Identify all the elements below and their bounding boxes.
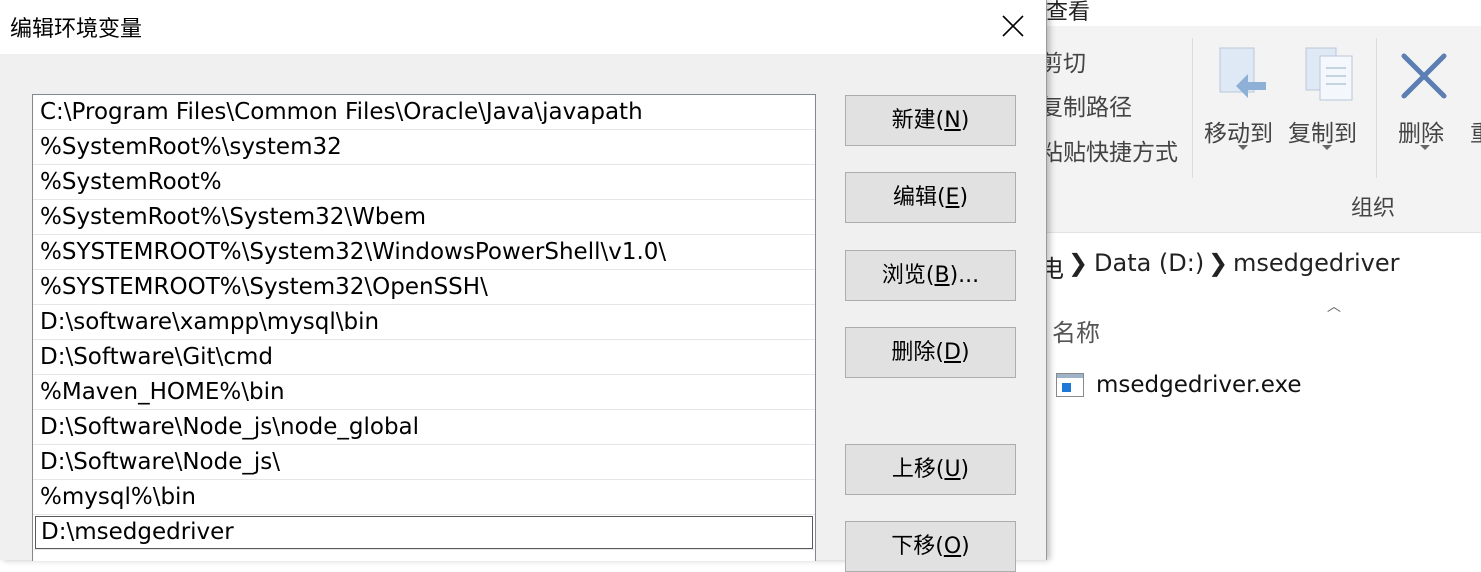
- button-label: D: [944, 340, 961, 365]
- close-icon: [1002, 15, 1024, 37]
- button-label: 浏览(: [881, 263, 935, 288]
- ribbon-copy-to-button[interactable]: 复制到: [1286, 40, 1368, 160]
- button-label: N: [944, 108, 961, 133]
- edit-button[interactable]: 编辑(E): [845, 172, 1016, 223]
- ribbon-copy-to-label: 复制到: [1288, 121, 1357, 147]
- sort-up-icon: ︿: [1327, 299, 1341, 315]
- browse-button[interactable]: 浏览(B)...: [845, 250, 1016, 301]
- path-list-item[interactable]: D:\msedgedriver: [34, 515, 814, 550]
- chevron-right-icon[interactable]: ❯: [1208, 249, 1228, 277]
- button-label: B: [934, 263, 950, 288]
- button-label: ): [961, 534, 970, 559]
- copy-to-dropdown-icon[interactable]: [1322, 145, 1332, 150]
- path-list-item[interactable]: C:\Program Files\Common Files\Oracle\Jav…: [33, 95, 815, 130]
- exe-file-icon: [1056, 373, 1084, 397]
- column-header-name[interactable]: 名称: [1052, 313, 1100, 348]
- new-button[interactable]: 新建(N): [845, 95, 1016, 146]
- delete-x-icon: [1401, 53, 1447, 99]
- path-list-item[interactable]: %mysql%\bin: [33, 480, 815, 515]
- ribbon-move-to-label: 移动到: [1204, 121, 1273, 147]
- button-label: ): [960, 457, 970, 482]
- file-name: msedgedriver.exe: [1096, 372, 1302, 398]
- button-label: 新建(: [891, 108, 945, 133]
- button-label: ): [959, 185, 969, 210]
- ribbon-group-label: 组织: [1351, 196, 1396, 221]
- move-to-dropdown-icon[interactable]: [1238, 145, 1248, 150]
- button-label: )...: [949, 263, 980, 288]
- button-label: O: [943, 534, 962, 559]
- button-label: 编辑(: [892, 185, 946, 210]
- path-list-item[interactable]: %SystemRoot%\system32: [33, 130, 815, 165]
- move-to-icon: [1219, 47, 1266, 98]
- path-list-item[interactable]: %SystemRoot%: [33, 165, 815, 200]
- button-label: ): [960, 108, 970, 133]
- edit-env-variable-dialog: 编辑环境变量 C:\Program Files\Common Files\Ora…: [0, 0, 1047, 572]
- ribbon-tab-view[interactable]: 查看: [1046, 0, 1090, 26]
- button-label: E: [945, 185, 960, 210]
- address-segment-folder[interactable]: msedgedriver: [1233, 249, 1400, 277]
- path-list-item[interactable]: %Maven_HOME%\bin: [33, 375, 815, 410]
- delete-button[interactable]: 删除(D): [845, 327, 1016, 378]
- ribbon-paste-shortcut[interactable]: 粘贴快捷方式: [1040, 133, 1178, 167]
- address-bar[interactable]: 电 ❯ Data (D:) ❯ msedgedriver: [1040, 240, 1481, 288]
- path-list-item[interactable]: D:\software\xampp\mysql\bin: [33, 305, 815, 340]
- dialog-title: 编辑环境变量: [10, 17, 143, 42]
- path-list-item[interactable]: D:\Software\Git\cmd: [33, 340, 815, 375]
- copy-to-icon: [1305, 47, 1353, 101]
- path-list-item[interactable]: D:\Software\Node_js\node_global: [33, 410, 815, 445]
- path-list-item[interactable]: D:\Software\Node_js\: [33, 445, 815, 480]
- move-up-button[interactable]: 上移(U): [845, 444, 1016, 495]
- button-label: 下移(: [891, 534, 944, 559]
- path-list-item[interactable]: %SYSTEMROOT%\System32\OpenSSH\: [33, 270, 815, 305]
- path-list-item[interactable]: %SystemRoot%\System32\Wbem: [33, 200, 815, 235]
- ribbon-delete-button[interactable]: 删除: [1392, 40, 1462, 160]
- ribbon-delete-label: 删除: [1398, 121, 1444, 147]
- button-label: U: [944, 457, 961, 482]
- button-label: ): [960, 340, 970, 365]
- path-list-item[interactable]: %SYSTEMROOT%\System32\WindowsPowerShell\…: [33, 235, 815, 270]
- path-list[interactable]: C:\Program Files\Common Files\Oracle\Jav…: [32, 94, 816, 561]
- close-button[interactable]: [990, 4, 1036, 48]
- delete-dropdown-icon[interactable]: [1420, 145, 1430, 150]
- ribbon-rename[interactable]: 重: [1470, 114, 1481, 148]
- ribbon-move-to-button[interactable]: 移动到: [1200, 40, 1282, 160]
- address-segment-drive[interactable]: Data (D:): [1094, 249, 1204, 277]
- ribbon-copy-path[interactable]: 复制路径: [1040, 88, 1132, 122]
- button-label: 删除(: [891, 340, 945, 365]
- chevron-right-icon[interactable]: ❯: [1068, 249, 1088, 277]
- move-down-button[interactable]: 下移(O): [845, 521, 1016, 572]
- ribbon-separator: [1376, 38, 1377, 178]
- button-label: 上移(: [891, 457, 945, 482]
- title-bar: 编辑环境变量: [0, 0, 1046, 54]
- ribbon-separator: [1192, 38, 1193, 178]
